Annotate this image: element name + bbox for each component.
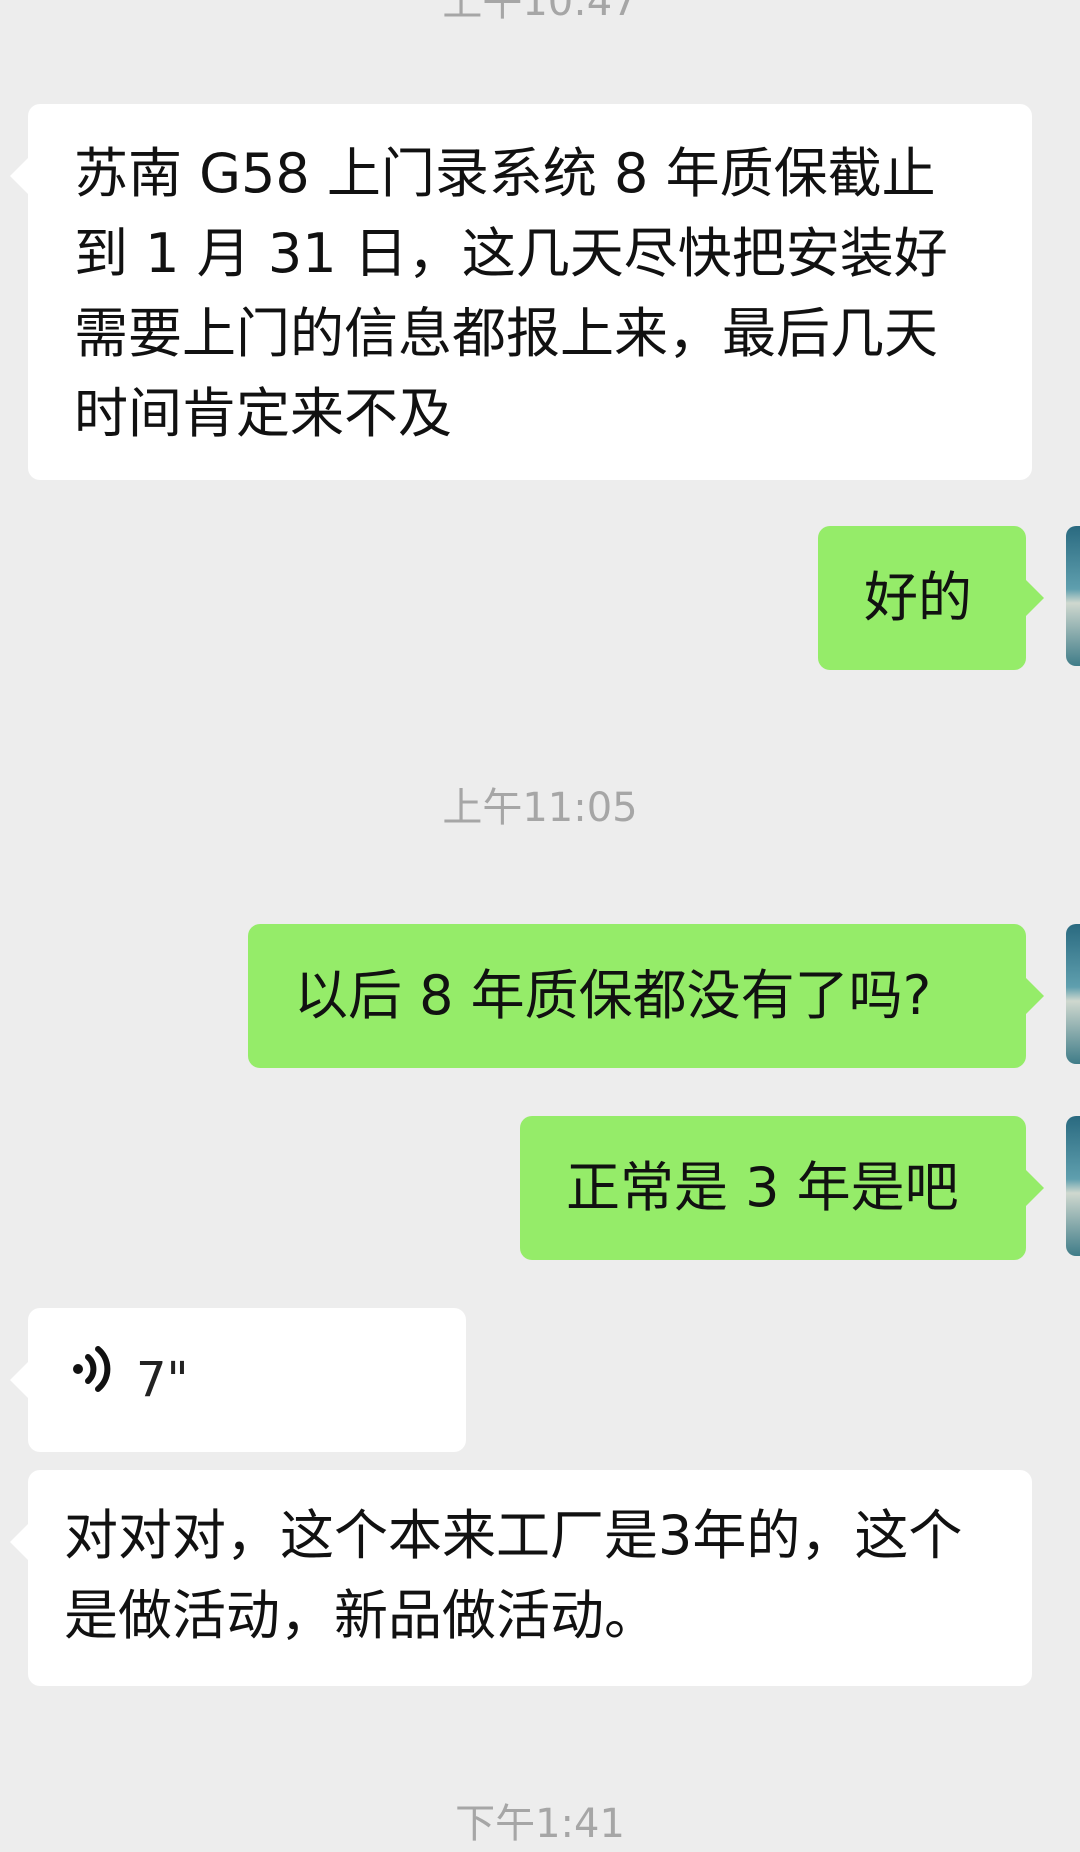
chat-area[interactable]: 上午10:47 苏南 G58 上门录系统 8 年质保截止到 1 月 31 日，这… — [0, 0, 1080, 1852]
outgoing-message-bubble[interactable]: 好的 — [818, 526, 1044, 670]
message-text: 正常是 3 年是吧 — [566, 1156, 959, 1219]
voice-wave-icon — [64, 1339, 124, 1421]
timestamp: 上午11:05 — [442, 785, 638, 831]
message-text: 苏南 G58 上门录系统 8 年质保截止到 1 月 31 日，这几天尽快把安装好… — [74, 142, 948, 445]
user-avatar[interactable] — [1066, 526, 1080, 666]
timestamp-top: 上午10:47 — [442, 0, 638, 25]
user-avatar[interactable] — [1066, 924, 1080, 1064]
incoming-message-bubble[interactable]: 苏南 G58 上门录系统 8 年质保截止到 1 月 31 日，这几天尽快把安装好… — [10, 104, 1032, 480]
user-avatar[interactable] — [1066, 1116, 1080, 1256]
message-text: 好的 — [864, 566, 972, 629]
message-text: 以后 8 年质保都没有了吗? — [294, 964, 932, 1027]
timestamp: 下午1:41 — [455, 1801, 625, 1847]
message-text: 对对对，这个本来工厂是3年的，这个是做活动，新品做活动。 — [64, 1504, 963, 1647]
outgoing-message-bubble[interactable]: 以后 8 年质保都没有了吗? — [248, 924, 1044, 1068]
incoming-message-bubble[interactable]: 对对对，这个本来工厂是3年的，这个是做活动，新品做活动。 — [10, 1470, 1032, 1686]
voice-message-bubble[interactable]: 7" — [10, 1308, 466, 1452]
voice-duration: 7" — [136, 1352, 189, 1408]
outgoing-message-bubble[interactable]: 正常是 3 年是吧 — [520, 1116, 1044, 1260]
